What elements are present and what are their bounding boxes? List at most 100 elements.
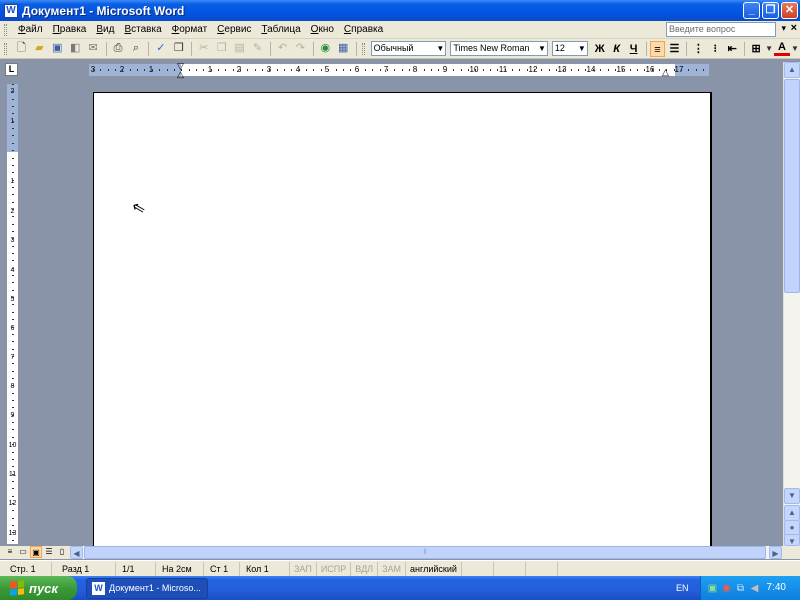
horizontal-ruler[interactable]: 3 2 1 1 2 3 4 5 6 7 8 9 10 11 12 13 14 1… [89, 62, 709, 79]
formatting-grip-handle[interactable] [361, 42, 365, 55]
print-layout-icon[interactable]: ▣ [30, 546, 42, 558]
status-page-of[interactable]: 1/1 [116, 561, 156, 576]
status-language[interactable]: английский [406, 561, 463, 576]
open-folder-icon[interactable]: ▰ [31, 40, 48, 57]
horizontal-scrollbar[interactable]: ◀ ⦀ ▶ [70, 546, 782, 559]
table-icon[interactable]: ▦ [335, 40, 352, 57]
ask-dropdown-icon[interactable]: ▾ [781, 23, 786, 34]
tab-selector-button[interactable]: L [5, 63, 18, 76]
menu-file[interactable]: Файл [13, 22, 48, 38]
status-line[interactable]: Ст 1 [204, 561, 240, 576]
status-ovr[interactable]: ЗАМ [378, 561, 407, 576]
menu-window[interactable]: Окно [306, 22, 339, 38]
network-connection-icon[interactable]: ⧉ [735, 583, 746, 594]
security-alert-icon[interactable]: ◉ [721, 583, 732, 594]
taskbar-word-button[interactable]: W Документ1 - Microso... [86, 578, 208, 599]
font-select[interactable]: Times New Roman ▼ [450, 41, 548, 56]
horizontal-scroll-thumb[interactable]: ⦀ [84, 546, 766, 559]
scroll-right-button[interactable]: ▶ [769, 546, 782, 559]
windows-logo-icon [10, 580, 24, 596]
research-icon[interactable]: ❒ [170, 40, 187, 57]
menu-insert[interactable]: Вставка [119, 22, 166, 38]
font-size-select[interactable]: 12 ▼ [551, 41, 588, 56]
italic-button[interactable]: К [609, 41, 625, 57]
toolbar-grip-handle[interactable] [4, 42, 7, 55]
network-icon[interactable]: ▣ [707, 583, 718, 594]
ruler-tick [674, 69, 675, 71]
outline-view-icon[interactable]: ☰ [43, 546, 55, 558]
bulleted-list-icon[interactable]: ⁝ [707, 41, 723, 57]
vertical-ruler[interactable]: 2 1 1 2 3 4 5 6 7 8 9 10 11 12 13 [7, 84, 18, 544]
underline-button[interactable]: Ч [626, 41, 642, 57]
vertical-scrollbar[interactable]: ▲ ▼ ▲ ● ▼ [783, 62, 800, 546]
ruler-tick [12, 341, 14, 342]
menu-format[interactable]: Формат [167, 22, 213, 38]
scroll-down-button[interactable]: ▼ [784, 488, 800, 504]
minimize-button[interactable]: _ [743, 2, 760, 19]
decrease-indent-icon[interactable]: ⇤ [724, 41, 740, 57]
menu-edit[interactable]: Правка [48, 22, 92, 38]
title-bar[interactable]: W Документ1 - Microsoft Word _ ❐ ✕ [0, 0, 800, 21]
vertical-scroll-thumb[interactable] [784, 79, 800, 293]
font-color-button[interactable]: A [774, 41, 790, 56]
chevron-down-icon[interactable]: ▼ [765, 40, 773, 57]
chevron-down-icon[interactable]: ▼ [578, 42, 586, 55]
menu-view[interactable]: Вид [91, 22, 119, 38]
volume-icon[interactable]: ◀ [749, 583, 760, 594]
start-button[interactable]: пуск [0, 576, 77, 600]
print-icon[interactable]: ⎙ [110, 40, 127, 57]
menu-help[interactable]: Справка [339, 22, 388, 38]
taskbar-word-label: Документ1 - Microso... [109, 583, 201, 593]
print-preview-icon[interactable]: ⌕ [128, 40, 145, 57]
email-icon[interactable]: ✉ [85, 40, 102, 57]
toolbar: 🗋 ▰ ▣ ◧ ✉ ⎙ ⌕ ✓ ❒ ✂ ❐ ▤ ✎ ↶ ↷ ◉ ▦ Обычны… [0, 39, 800, 59]
chevron-down-icon[interactable]: ▼ [436, 42, 444, 55]
ask-question-input[interactable]: Введите вопрос [666, 22, 776, 37]
ruler-tick [343, 69, 344, 71]
paste-icon[interactable]: ▤ [231, 40, 248, 57]
previous-page-button[interactable]: ▲ [784, 505, 800, 521]
reading-layout-icon[interactable]: ▯ [56, 546, 68, 558]
undo-icon[interactable]: ↶ [274, 40, 291, 57]
format-painter-icon[interactable]: ✎ [249, 40, 266, 57]
restore-button[interactable]: ❐ [762, 2, 779, 19]
scroll-left-button[interactable]: ◀ [70, 546, 83, 559]
redo-icon[interactable]: ↷ [292, 40, 309, 57]
style-select[interactable]: Обычный ▼ [370, 41, 447, 56]
permission-icon[interactable]: ◧ [67, 40, 84, 57]
status-at[interactable]: На 2см [156, 561, 204, 576]
status-section[interactable]: Разд 1 [52, 561, 116, 576]
hyperlink-icon[interactable]: ◉ [317, 40, 334, 57]
menu-tools[interactable]: Сервис [212, 22, 256, 38]
ruler-tick [446, 69, 447, 71]
word-app-icon[interactable]: W [4, 3, 18, 18]
language-indicator[interactable]: EN [676, 576, 689, 600]
spelling-icon[interactable]: ✓ [152, 40, 169, 57]
borders-icon[interactable]: ⊞ [748, 41, 764, 57]
status-trk[interactable]: ИСПР [317, 561, 352, 576]
align-left-icon[interactable]: ≡ [649, 40, 666, 57]
status-column[interactable]: Кол 1 [240, 561, 290, 576]
bold-button[interactable]: Ж [592, 41, 608, 57]
copy-icon[interactable]: ❐ [213, 40, 230, 57]
clock[interactable]: 7:40 [767, 576, 786, 600]
status-ext[interactable]: ВДЛ [351, 561, 379, 576]
numbered-list-icon[interactable]: ⋮ [690, 41, 706, 57]
chevron-down-icon[interactable]: ▼ [791, 40, 799, 57]
normal-view-icon[interactable]: ≡ [4, 546, 16, 558]
cut-icon[interactable]: ✂ [195, 40, 212, 57]
scroll-up-button[interactable]: ▲ [784, 62, 800, 78]
menu-table[interactable]: Таблица [256, 22, 305, 38]
save-icon[interactable]: ▣ [49, 40, 66, 57]
web-view-icon[interactable]: ▭ [17, 546, 29, 558]
close-button[interactable]: ✕ [781, 2, 798, 19]
status-page[interactable]: Стр. 1 [0, 561, 52, 576]
document-close-button[interactable]: × [791, 22, 797, 34]
status-rec[interactable]: ЗАП [290, 561, 317, 576]
next-page-button[interactable]: ▼ [784, 534, 800, 546]
menu-grip-handle[interactable] [4, 23, 7, 36]
align-center-icon[interactable]: ☰ [666, 41, 682, 57]
document-page[interactable] [93, 92, 712, 552]
new-document-icon[interactable]: 🗋 [13, 40, 30, 57]
chevron-down-icon[interactable]: ▼ [538, 42, 546, 55]
